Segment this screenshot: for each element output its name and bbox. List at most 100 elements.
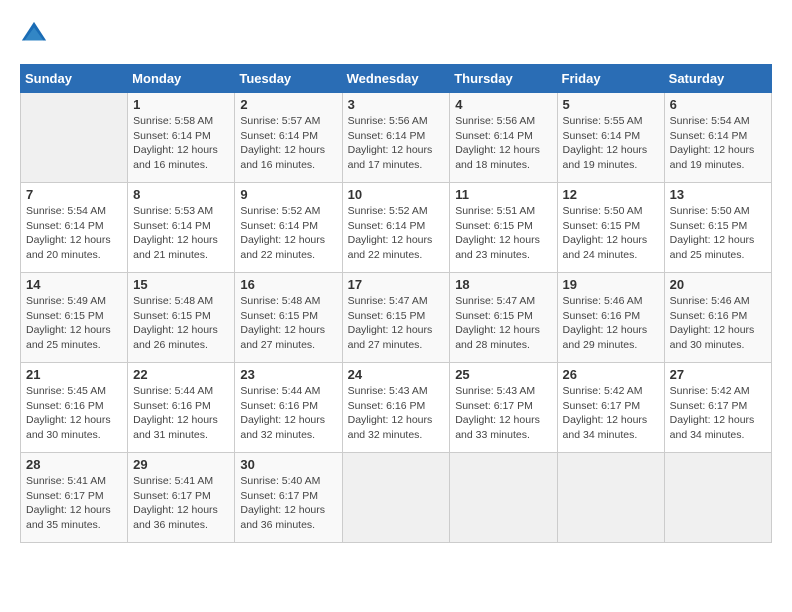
calendar-day-cell: 6Sunrise: 5:54 AMSunset: 6:14 PMDaylight…: [664, 93, 771, 183]
calendar-week-row: 21 Sunrise: 5:45 AMSunset: 6:16 PMDayligh…: [21, 363, 772, 453]
day-number: 17: [348, 277, 445, 292]
day-number: 26: [563, 367, 659, 382]
calendar-day-cell: 19 Sunrise: 5:46 AMSunset: 6:16 PMDayligh…: [557, 273, 664, 363]
calendar-day-cell: 12 Sunrise: 5:50 AMSunset: 6:15 PMDayligh…: [557, 183, 664, 273]
calendar-day-cell: 25 Sunrise: 5:43 AMSunset: 6:17 PMDayligh…: [450, 363, 557, 453]
calendar-day-cell: [342, 453, 450, 543]
day-number: 2: [240, 97, 336, 112]
day-info: Sunrise: 5:54 AMSunset: 6:14 PMDaylight:…: [26, 204, 122, 263]
day-number: 25: [455, 367, 551, 382]
calendar-day-cell: 8 Sunrise: 5:53 AMSunset: 6:14 PMDaylight…: [128, 183, 235, 273]
day-number: 22: [133, 367, 229, 382]
day-number: 5: [563, 97, 659, 112]
page-header: [20, 20, 772, 48]
calendar-week-row: 14Sunrise: 5:49 AMSunset: 6:15 PMDayligh…: [21, 273, 772, 363]
day-number: 29: [133, 457, 229, 472]
day-of-week-header: Thursday: [450, 65, 557, 93]
day-number: 19: [563, 277, 659, 292]
day-info: Sunrise: 5:42 AMSunset: 6:17 PMDaylight:…: [563, 384, 659, 443]
day-info: Sunrise: 5:52 AMSunset: 6:14 PMDaylight:…: [240, 204, 336, 263]
day-of-week-header: Sunday: [21, 65, 128, 93]
calendar-day-cell: 21 Sunrise: 5:45 AMSunset: 6:16 PMDayligh…: [21, 363, 128, 453]
calendar-day-cell: 11Sunrise: 5:51 AMSunset: 6:15 PMDayligh…: [450, 183, 557, 273]
day-info: Sunrise: 5:41 AMSunset: 6:17 PMDaylight:…: [133, 474, 229, 533]
calendar-day-cell: 16 Sunrise: 5:48 AMSunset: 6:15 PMDayligh…: [235, 273, 342, 363]
day-number: 6: [670, 97, 766, 112]
calendar-week-row: 7Sunrise: 5:54 AMSunset: 6:14 PMDaylight…: [21, 183, 772, 273]
day-info: Sunrise: 5:43 AMSunset: 6:17 PMDaylight:…: [455, 384, 551, 443]
day-number: 18: [455, 277, 551, 292]
day-info: Sunrise: 5:55 AMSunset: 6:14 PMDaylight:…: [563, 114, 659, 173]
calendar-day-cell: [664, 453, 771, 543]
calendar-day-cell: 24 Sunrise: 5:43 AMSunset: 6:16 PMDayligh…: [342, 363, 450, 453]
calendar-day-cell: 17 Sunrise: 5:47 AMSunset: 6:15 PMDayligh…: [342, 273, 450, 363]
day-info: Sunrise: 5:42 AMSunset: 6:17 PMDaylight:…: [670, 384, 766, 443]
day-number: 28: [26, 457, 122, 472]
day-info: Sunrise: 5:50 AMSunset: 6:15 PMDaylight:…: [670, 204, 766, 263]
calendar-day-cell: 1 Sunrise: 5:58 AMSunset: 6:14 PMDaylight…: [128, 93, 235, 183]
calendar-day-cell: 30 Sunrise: 5:40 AMSunset: 6:17 PMDayligh…: [235, 453, 342, 543]
day-info: Sunrise: 5:58 AMSunset: 6:14 PMDaylight:…: [133, 114, 229, 173]
calendar-day-cell: 28 Sunrise: 5:41 AMSunset: 6:17 PMDayligh…: [21, 453, 128, 543]
day-number: 15: [133, 277, 229, 292]
day-number: 30: [240, 457, 336, 472]
calendar-day-cell: 13Sunrise: 5:50 AMSunset: 6:15 PMDayligh…: [664, 183, 771, 273]
logo: [20, 20, 52, 48]
day-number: 21: [26, 367, 122, 382]
day-number: 11: [455, 187, 551, 202]
calendar-day-cell: 10 Sunrise: 5:52 AMSunset: 6:14 PMDayligh…: [342, 183, 450, 273]
day-of-week-header: Monday: [128, 65, 235, 93]
calendar-day-cell: 26 Sunrise: 5:42 AMSunset: 6:17 PMDayligh…: [557, 363, 664, 453]
calendar-day-cell: 3Sunrise: 5:56 AMSunset: 6:14 PMDaylight…: [342, 93, 450, 183]
calendar-day-cell: [21, 93, 128, 183]
calendar-day-cell: 2Sunrise: 5:57 AMSunset: 6:14 PMDaylight…: [235, 93, 342, 183]
day-number: 23: [240, 367, 336, 382]
day-info: Sunrise: 5:45 AMSunset: 6:16 PMDaylight:…: [26, 384, 122, 443]
day-info: Sunrise: 5:40 AMSunset: 6:17 PMDaylight:…: [240, 474, 336, 533]
day-of-week-header: Friday: [557, 65, 664, 93]
calendar-week-row: 1 Sunrise: 5:58 AMSunset: 6:14 PMDaylight…: [21, 93, 772, 183]
day-info: Sunrise: 5:47 AMSunset: 6:15 PMDaylight:…: [455, 294, 551, 353]
day-info: Sunrise: 5:48 AMSunset: 6:15 PMDaylight:…: [240, 294, 336, 353]
calendar-day-cell: 9 Sunrise: 5:52 AMSunset: 6:14 PMDaylight…: [235, 183, 342, 273]
day-number: 9: [240, 187, 336, 202]
day-number: 16: [240, 277, 336, 292]
calendar-day-cell: 4 Sunrise: 5:56 AMSunset: 6:14 PMDaylight…: [450, 93, 557, 183]
calendar-header: SundayMondayTuesdayWednesdayThursdayFrid…: [21, 65, 772, 93]
day-info: Sunrise: 5:44 AMSunset: 6:16 PMDaylight:…: [133, 384, 229, 443]
calendar-day-cell: 18 Sunrise: 5:47 AMSunset: 6:15 PMDayligh…: [450, 273, 557, 363]
days-of-week-row: SundayMondayTuesdayWednesdayThursdayFrid…: [21, 65, 772, 93]
calendar-day-cell: 5 Sunrise: 5:55 AMSunset: 6:14 PMDaylight…: [557, 93, 664, 183]
day-number: 27: [670, 367, 766, 382]
day-info: Sunrise: 5:52 AMSunset: 6:14 PMDaylight:…: [348, 204, 445, 263]
calendar-table: SundayMondayTuesdayWednesdayThursdayFrid…: [20, 64, 772, 543]
calendar-day-cell: 15 Sunrise: 5:48 AMSunset: 6:15 PMDayligh…: [128, 273, 235, 363]
calendar-day-cell: 7Sunrise: 5:54 AMSunset: 6:14 PMDaylight…: [21, 183, 128, 273]
day-info: Sunrise: 5:46 AMSunset: 6:16 PMDaylight:…: [563, 294, 659, 353]
day-info: Sunrise: 5:47 AMSunset: 6:15 PMDaylight:…: [348, 294, 445, 353]
day-info: Sunrise: 5:48 AMSunset: 6:15 PMDaylight:…: [133, 294, 229, 353]
calendar-day-cell: 20Sunrise: 5:46 AMSunset: 6:16 PMDayligh…: [664, 273, 771, 363]
day-info: Sunrise: 5:56 AMSunset: 6:14 PMDaylight:…: [348, 114, 445, 173]
calendar-day-cell: [450, 453, 557, 543]
day-number: 1: [133, 97, 229, 112]
day-number: 10: [348, 187, 445, 202]
calendar-day-cell: [557, 453, 664, 543]
calendar-body: 1 Sunrise: 5:58 AMSunset: 6:14 PMDaylight…: [21, 93, 772, 543]
day-info: Sunrise: 5:41 AMSunset: 6:17 PMDaylight:…: [26, 474, 122, 533]
day-number: 14: [26, 277, 122, 292]
day-info: Sunrise: 5:50 AMSunset: 6:15 PMDaylight:…: [563, 204, 659, 263]
day-number: 4: [455, 97, 551, 112]
day-number: 24: [348, 367, 445, 382]
calendar-day-cell: 22 Sunrise: 5:44 AMSunset: 6:16 PMDayligh…: [128, 363, 235, 453]
day-info: Sunrise: 5:46 AMSunset: 6:16 PMDaylight:…: [670, 294, 766, 353]
day-of-week-header: Wednesday: [342, 65, 450, 93]
day-number: 8: [133, 187, 229, 202]
day-info: Sunrise: 5:43 AMSunset: 6:16 PMDaylight:…: [348, 384, 445, 443]
calendar-day-cell: 23Sunrise: 5:44 AMSunset: 6:16 PMDayligh…: [235, 363, 342, 453]
day-info: Sunrise: 5:53 AMSunset: 6:14 PMDaylight:…: [133, 204, 229, 263]
calendar-day-cell: 14Sunrise: 5:49 AMSunset: 6:15 PMDayligh…: [21, 273, 128, 363]
day-number: 12: [563, 187, 659, 202]
calendar-day-cell: 27 Sunrise: 5:42 AMSunset: 6:17 PMDayligh…: [664, 363, 771, 453]
day-info: Sunrise: 5:56 AMSunset: 6:14 PMDaylight:…: [455, 114, 551, 173]
